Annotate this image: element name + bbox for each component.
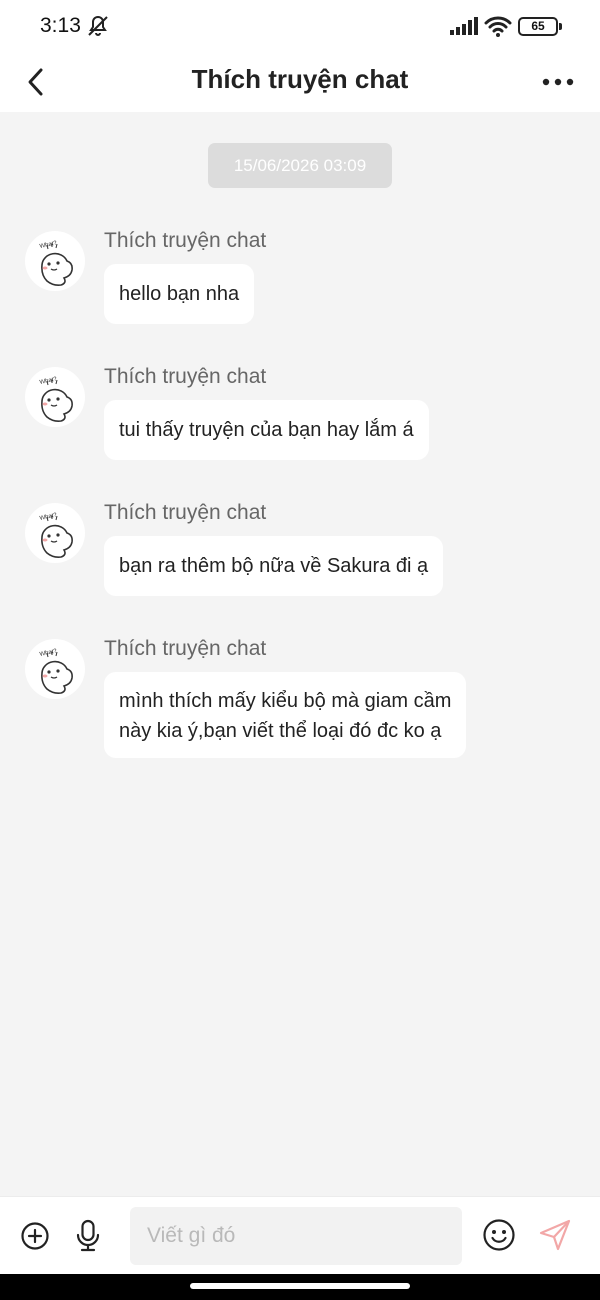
svg-text:What?: What? [39,648,58,658]
message-text-line: tui thấy truyện của bạn hay lắm á [119,419,414,441]
message-text-line: bạn ra thêm bộ nữa về Sakura đi ạ [119,555,429,577]
home-indicator[interactable] [190,1283,410,1289]
chat-title: Thích truyện chat [191,64,409,94]
more-icon [542,78,574,86]
sender-name: Thích truyện chat [104,501,267,524]
status-bar: 3:13 65 [0,0,600,52]
status-time: 3:13 [40,14,81,37]
avatar-illustration: What? [39,376,73,422]
message-bubble[interactable]: mình thích mấy kiểu bộ mà giam cầm này k… [104,672,467,758]
sender-name: Thích truyện chat [104,637,267,660]
avatar-illustration: What? [39,648,73,694]
wifi-icon [484,16,512,37]
date-divider: 15/06/2026 03:09 [208,143,392,188]
sender-name: Thích truyện chat [104,229,267,252]
message-bubble[interactable]: bạn ra thêm bộ nữa về Sakura đi ạ [104,536,444,596]
message-input[interactable] [130,1207,462,1265]
svg-text:What?: What? [39,376,58,386]
svg-text:What?: What? [39,512,58,522]
battery-indicator: 65 [518,17,562,36]
avatar[interactable]: What? [25,231,85,291]
sender-name: Thích truyện chat [104,365,267,388]
gesture-bar [0,1274,600,1300]
emoji-icon [483,1219,515,1251]
add-button[interactable] [18,1219,52,1253]
microphone-icon [76,1219,100,1252]
composer-bar [0,1196,600,1274]
signal-icon [450,17,478,35]
mute-icon [88,15,108,36]
message-text-line: hello bạn nha [119,283,240,305]
avatar[interactable]: What? [25,503,85,563]
add-icon [21,1222,49,1250]
avatar-illustration: What? [39,512,73,558]
message-bubble[interactable]: hello bạn nha [104,264,255,324]
top-nav-bar: Thích truyện chat [0,52,600,112]
svg-text:What?: What? [39,240,58,250]
send-button[interactable] [537,1217,573,1253]
avatar[interactable]: What? [25,639,85,699]
avatar-illustration: What? [39,240,73,286]
message-bubble[interactable]: tui thấy truyện của bạn hay lắm á [104,400,429,460]
message-text-line: mình thích mấy kiểu bộ mà giam cầm [119,690,452,712]
more-options-button[interactable] [536,60,580,104]
avatar[interactable]: What? [25,367,85,427]
message-text-line: này kia ý,bạn viết thể loại đó đc ko ạ [119,720,442,742]
voice-button[interactable] [72,1217,104,1255]
emoji-button[interactable] [481,1217,517,1253]
send-icon [539,1219,571,1251]
